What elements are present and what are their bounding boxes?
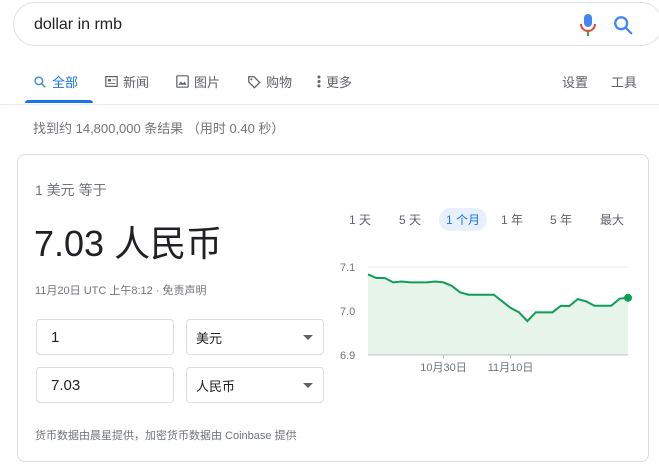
x-tick-label: 10月30日 [420, 362, 466, 374]
tab-more[interactable]: 更多 [317, 72, 352, 91]
tab-shopping[interactable]: 购物 [247, 72, 292, 91]
currency-to-label: 人民币 [196, 378, 236, 394]
currency-converter-card: 1 美元 等于 7.03 人民币 11月20日 UTC 上午8:12 · 免责声… [17, 154, 649, 462]
dropdown-arrow-icon [303, 383, 313, 388]
search-icon [34, 75, 46, 88]
data-source-credit: 货币数据由晨星提供，加密货币数据由 Coinbase 提供 [35, 430, 297, 442]
tab-label: 购物 [266, 75, 293, 90]
timestamp-disclaimer[interactable]: 11月20日 UTC 上午8:12 · 免责声明 [35, 282, 207, 298]
tab-settings[interactable]: 设置 [562, 72, 588, 91]
active-tab-indicator [25, 100, 93, 103]
range-5y[interactable]: 5 年 [550, 211, 572, 228]
x-tick-label: 11月10日 [488, 362, 534, 374]
chart-end-point [624, 293, 632, 302]
result-stats: 找到约 14,800,000 条结果 （用时 0.40 秒） [33, 121, 285, 136]
range-1y[interactable]: 1 年 [501, 211, 523, 228]
exchange-rate-chart[interactable]: 7.1 7.0 6.9 10月30日 11月10日 [336, 253, 636, 383]
currency-from-label: 美元 [196, 330, 223, 346]
y-tick-label: 7.0 [340, 306, 355, 318]
dropdown-arrow-icon [303, 335, 313, 340]
time-range-selector: 1 天 5 天 1 个月 1 年 5 年 最大 [336, 207, 636, 233]
range-max[interactable]: 最大 [600, 211, 624, 228]
amount-from-input[interactable]: 1 [36, 319, 174, 355]
range-1d[interactable]: 1 天 [349, 211, 371, 228]
conversion-result: 7.03 人民币 [34, 223, 223, 264]
newspaper-icon [105, 76, 118, 87]
more-vertical-icon [317, 75, 321, 88]
tab-label: 图片 [194, 75, 221, 90]
y-tick-label: 6.9 [340, 350, 355, 362]
search-tabs: 全部 新闻 图片 购物 更多 设置 工具 [0, 60, 659, 105]
conversion-from-line: 1 美元 等于 [35, 182, 107, 198]
microphone-icon[interactable] [578, 13, 598, 37]
search-bar[interactable]: dollar in rmb [13, 2, 659, 46]
chart-area [368, 274, 628, 355]
image-icon [176, 75, 189, 88]
tag-icon [248, 75, 261, 89]
currency-from-select[interactable]: 美元 [186, 319, 324, 355]
search-input[interactable]: dollar in rmb [34, 16, 122, 34]
tab-all[interactable]: 全部 [33, 72, 78, 91]
currency-to-select[interactable]: 人民币 [186, 367, 324, 403]
y-tick-label: 7.1 [340, 262, 355, 274]
search-icon[interactable] [612, 14, 634, 36]
tab-label: 全部 [52, 75, 79, 90]
range-1m[interactable]: 1 个月 [439, 208, 488, 231]
tab-label: 设置 [562, 75, 589, 90]
tab-label: 更多 [326, 75, 353, 90]
tab-tools[interactable]: 工具 [611, 72, 637, 91]
tab-label: 新闻 [123, 75, 150, 90]
amount-to-input[interactable]: 7.03 [36, 367, 174, 403]
range-5d[interactable]: 5 天 [399, 211, 421, 228]
tab-label: 工具 [611, 75, 638, 90]
tab-images[interactable]: 图片 [176, 72, 220, 91]
tab-news[interactable]: 新闻 [105, 72, 149, 91]
